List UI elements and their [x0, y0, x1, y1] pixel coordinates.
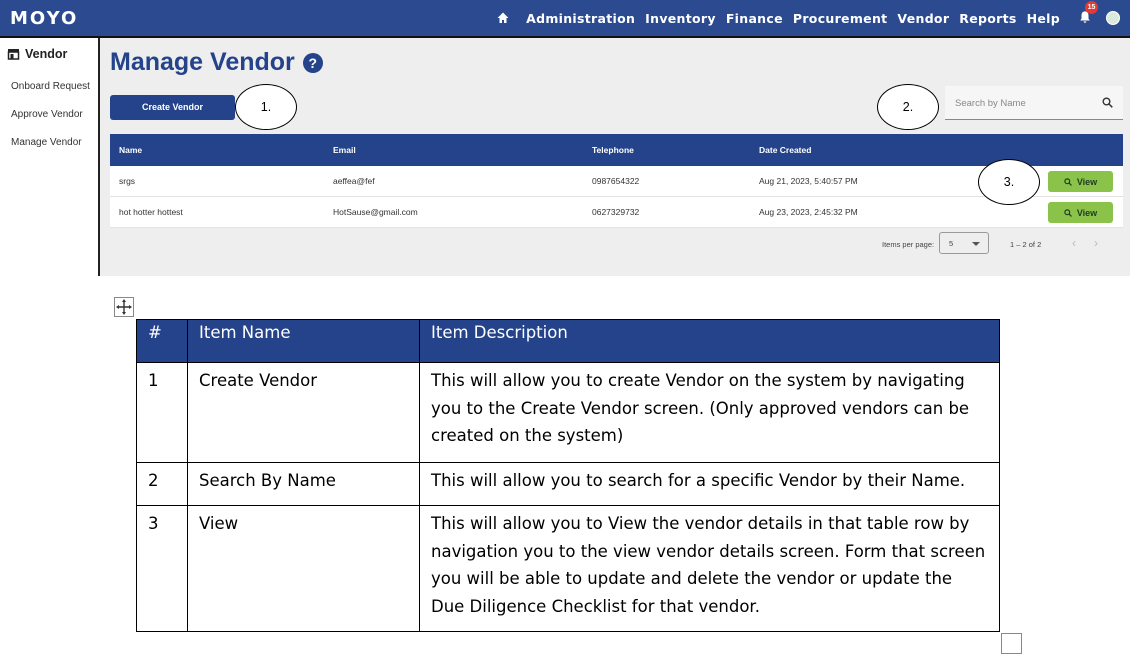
main-nav: Administration Inventory Finance Procure…	[496, 0, 1120, 36]
paginator: Items per page: 5 1 – 2 of 2 ‹›	[110, 230, 1123, 256]
store-icon	[7, 49, 20, 60]
cell-date-created: Aug 21, 2023, 5:40:57 PM	[759, 176, 858, 186]
row-item-name: View	[187, 505, 420, 632]
row-item-description: This will allow you to View the vendor d…	[419, 505, 1000, 632]
header-telephone[interactable]: Telephone	[592, 134, 634, 166]
row-number: 3	[136, 505, 188, 632]
sidebar-item-onboard-request[interactable]: Onboard Request	[11, 81, 90, 92]
page-root: MOYO Administration Inventory Finance Pr…	[0, 0, 1130, 662]
items-per-page-label: Items per page:	[882, 240, 935, 249]
table-row: 1 Create Vendor This will allow you to c…	[136, 362, 1000, 463]
table-row: 2 Search By Name This will allow you to …	[136, 462, 1000, 506]
sidebar-item-approve-vendor[interactable]: Approve Vendor	[11, 109, 83, 120]
cell-name: hot hotter hottest	[119, 207, 183, 217]
notification-badge: 15	[1085, 1, 1098, 14]
cell-telephone: 0627329732	[592, 207, 640, 217]
table-header-row: # Item Name Item Description	[136, 319, 1000, 363]
nav-reports[interactable]: Reports	[959, 11, 1016, 26]
chevron-down-icon	[972, 242, 980, 246]
table-row: 3 View This will allow you to View the v…	[136, 505, 1000, 632]
table-row: srgs aeffea@fef 0987654322 Aug 21, 2023,…	[110, 166, 1123, 197]
description-table: # Item Name Item Description 1 Create Ve…	[136, 319, 1000, 632]
create-vendor-button[interactable]: Create Vendor	[110, 95, 235, 120]
search-icon[interactable]	[1102, 97, 1113, 108]
header-name[interactable]: Name	[119, 134, 142, 166]
search-icon	[1064, 177, 1072, 186]
help-icon[interactable]: ?	[302, 52, 323, 73]
view-button-label: View	[1076, 176, 1098, 187]
view-button[interactable]: View	[1048, 202, 1113, 223]
cell-email: aeffea@fef	[333, 176, 375, 186]
header-number: #	[136, 319, 188, 363]
row-number: 1	[136, 362, 188, 463]
nav-finance[interactable]: Finance	[726, 11, 783, 26]
items-per-page-select[interactable]: 5	[939, 232, 989, 254]
vendor-table: Name Email Telephone Date Created srgs a…	[110, 134, 1123, 228]
header-item-name: Item Name	[187, 319, 420, 363]
page-title: Manage Vendor ?	[110, 48, 323, 77]
page-nav-arrows: ‹›	[1072, 236, 1116, 250]
chevron-left-icon[interactable]: ‹	[1072, 236, 1094, 250]
callout-2: 2.	[877, 84, 939, 130]
nav-procurement[interactable]: Procurement	[793, 11, 888, 26]
table-header: Name Email Telephone Date Created	[110, 134, 1123, 166]
row-item-name: Search By Name	[187, 462, 420, 506]
callout-3: 3.	[978, 159, 1040, 205]
sidebar: Vendor Onboard Request Approve Vendor Ma…	[0, 38, 100, 276]
main-content: Manage Vendor ? Create Vendor Search by …	[100, 38, 1130, 276]
row-item-description: This will allow you to create Vendor on …	[419, 362, 1000, 463]
sidebar-item-manage-vendor[interactable]: Manage Vendor	[11, 137, 82, 148]
table-resize-handle[interactable]	[1001, 633, 1022, 654]
sidebar-header: Vendor	[7, 47, 67, 61]
view-button[interactable]: View	[1048, 171, 1113, 192]
sidebar-title: Vendor	[25, 47, 68, 61]
user-avatar[interactable]	[1106, 11, 1120, 25]
top-navbar: MOYO Administration Inventory Finance Pr…	[0, 0, 1130, 38]
page-range: 1 – 2 of 2	[1010, 240, 1042, 249]
search-placeholder: Search by Name	[955, 98, 1026, 109]
nav-help[interactable]: Help	[1027, 11, 1060, 26]
cell-email: HotSause@gmail.com	[333, 207, 418, 217]
header-item-description: Item Description	[419, 319, 1000, 363]
search-icon	[1064, 208, 1072, 217]
home-icon[interactable]	[496, 11, 510, 25]
row-number: 2	[136, 462, 188, 506]
callout-1: 1.	[235, 84, 297, 130]
items-per-page-value: 5	[949, 239, 954, 248]
nav-inventory[interactable]: Inventory	[645, 11, 716, 26]
nav-vendor[interactable]: Vendor	[897, 11, 949, 26]
row-item-description: This will allow you to search for a spec…	[419, 462, 1000, 506]
nav-administration[interactable]: Administration	[526, 11, 635, 26]
cell-date-created: Aug 23, 2023, 2:45:32 PM	[759, 207, 858, 217]
app-logo[interactable]: MOYO	[10, 8, 78, 29]
cell-name: srgs	[119, 176, 136, 186]
search-input[interactable]: Search by Name	[945, 86, 1123, 120]
row-item-name: Create Vendor	[187, 362, 420, 463]
view-button-label: View	[1076, 207, 1098, 218]
header-email[interactable]: Email	[333, 134, 356, 166]
cell-telephone: 0987654322	[592, 176, 640, 186]
notification-bell-icon[interactable]: 15	[1078, 1, 1098, 26]
header-date-created[interactable]: Date Created	[759, 134, 811, 166]
table-row: hot hotter hottest HotSause@gmail.com 06…	[110, 197, 1123, 228]
page-title-text: Manage Vendor	[110, 48, 295, 76]
chevron-right-icon[interactable]: ›	[1094, 236, 1116, 250]
table-move-handle-icon[interactable]	[114, 297, 134, 317]
